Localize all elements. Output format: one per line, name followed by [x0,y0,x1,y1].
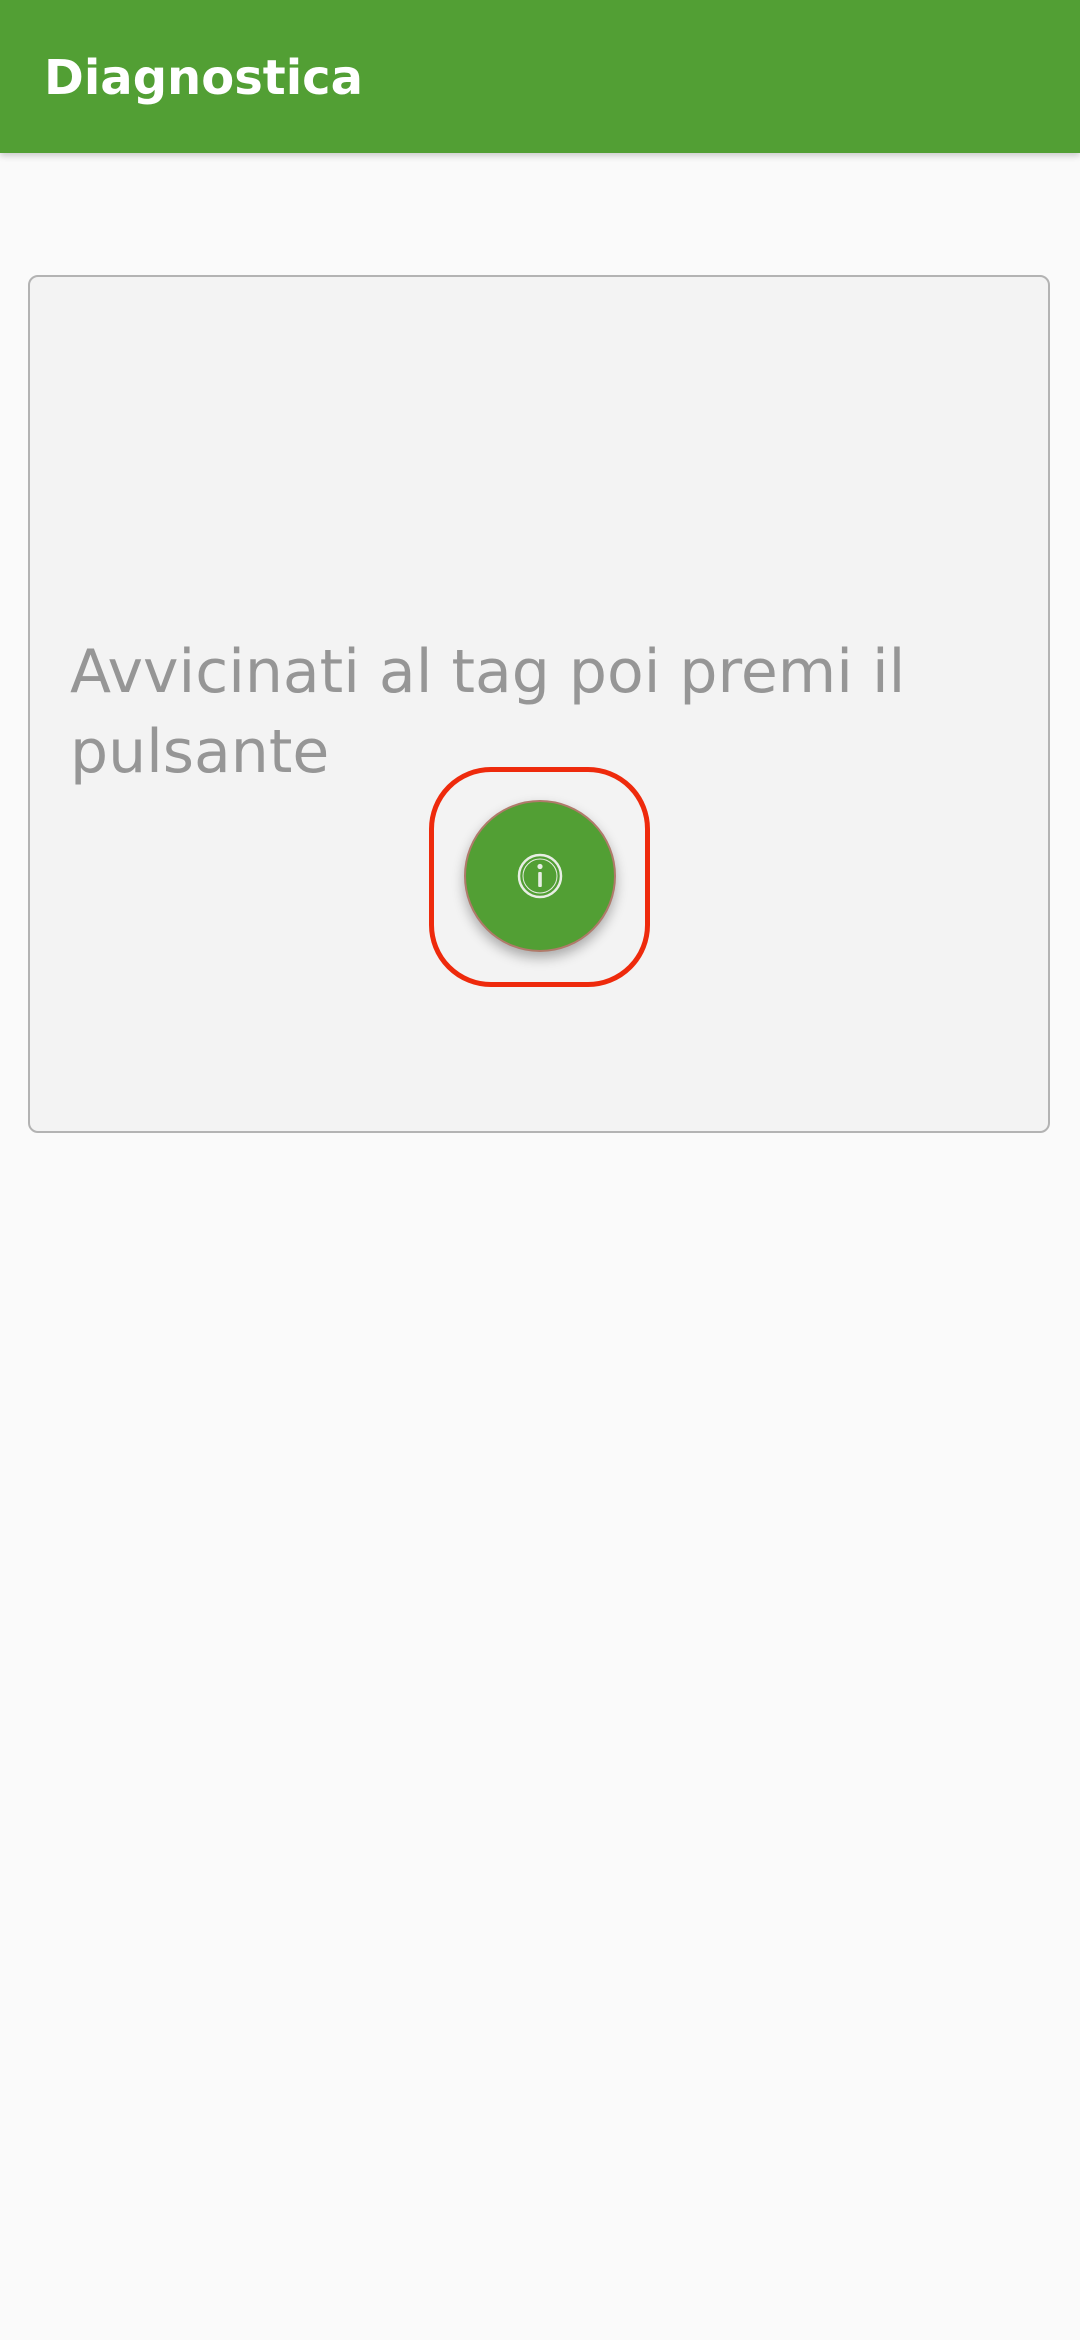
card-message: Avvicinati al tag poi premi il pulsante [70,637,906,787]
info-button[interactable] [464,800,616,952]
app-title: Diagnostica [44,50,364,106]
diagnostics-card: Avvicinati al tag poi premi il pulsante [28,275,1050,1133]
info-icon [516,852,564,900]
app-bar: Diagnostica [0,0,1080,153]
